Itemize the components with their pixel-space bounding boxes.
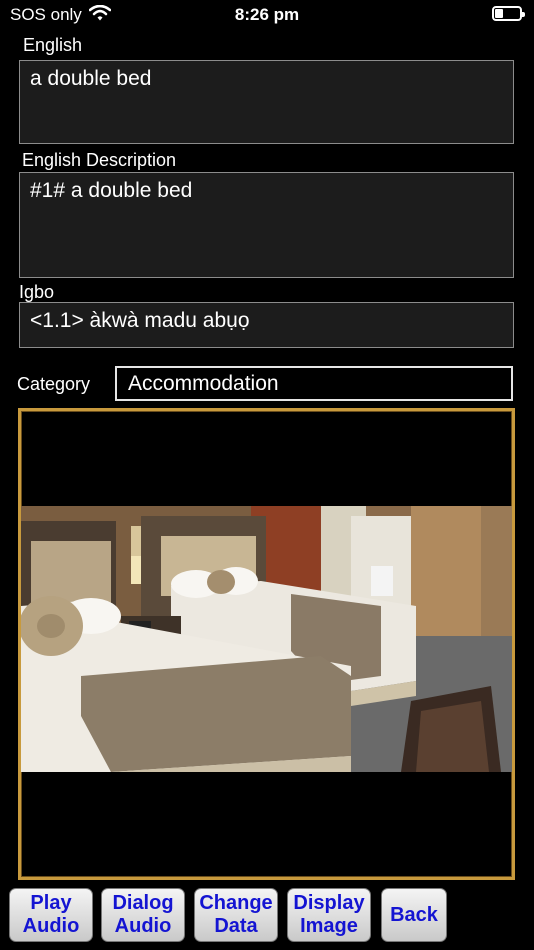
clock: 8:26 pm (234, 5, 300, 24)
battery-icon (492, 6, 525, 21)
play-audio-button[interactable]: Play Audio (9, 888, 93, 942)
image-frame (18, 408, 515, 880)
category-label: Category (17, 374, 91, 394)
igbo-label: Igbo (19, 282, 55, 302)
igbo-field[interactable]: <1.1> àkwà madu abụọ (19, 302, 514, 348)
hotel-room-photo (21, 506, 512, 772)
english-description-field[interactable]: #1# a double bed (19, 172, 514, 278)
display-image-button[interactable]: Display Image (287, 888, 371, 942)
english-field[interactable]: a double bed (19, 60, 514, 144)
english-label: English (23, 35, 83, 55)
change-data-button[interactable]: Change Data (194, 888, 278, 942)
dialog-audio-button[interactable]: Dialog Audio (101, 888, 185, 942)
english-description-label: English Description (22, 150, 177, 170)
back-button[interactable]: Back (381, 888, 447, 942)
category-select[interactable]: Accommodation (115, 366, 513, 401)
status-bar: SOS only 8:26 pm (0, 0, 534, 32)
